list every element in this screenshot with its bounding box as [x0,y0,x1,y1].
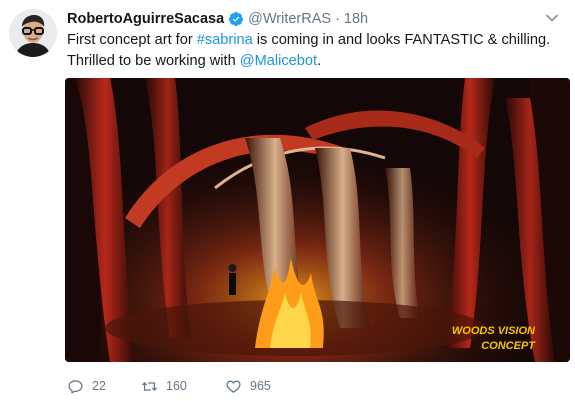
tweet-text: First concept art for #sabrina is coming… [67,30,557,72]
reply-icon [68,379,83,394]
chevron-down-icon[interactable] [545,11,559,25]
reply-count: 22 [92,379,106,393]
text-part: is coming in and looks FANTASTIC & chill… [252,32,551,48]
tweet-image[interactable]: WOODS VISION CONCEPT [65,78,570,362]
tweet-actions: 22 160 965 [67,375,305,397]
concept-art-image: WOODS VISION CONCEPT [65,78,570,362]
profile-photo-icon [9,9,57,57]
like-button[interactable]: 965 [225,378,305,395]
hashtag-link[interactable]: #sabrina [197,32,253,48]
like-count: 965 [250,379,271,393]
retweet-count: 160 [166,379,187,393]
author-handle[interactable]: @WriterRAS [248,11,331,27]
text-part: Thrilled to be working with [67,53,240,69]
retweet-icon [141,381,158,391]
separator-dot: · [335,11,340,27]
text-part: First concept art for [67,32,197,48]
author-name[interactable]: RobertoAguirreSacasa [67,11,224,27]
art-caption-line2: CONCEPT [481,340,536,352]
tweet-header: RobertoAguirreSacasa @WriterRAS · 18h [67,9,563,29]
retweet-button[interactable]: 160 [141,378,225,395]
text-part: . [317,53,322,69]
art-caption-line1: WOODS VISION [452,325,536,337]
reply-button[interactable]: 22 [67,378,141,395]
mention-link[interactable]: @Malicebot [240,53,317,69]
heart-icon [226,380,241,393]
timestamp[interactable]: 18h [344,11,368,27]
verified-badge-icon [229,12,244,26]
avatar[interactable] [9,9,57,57]
